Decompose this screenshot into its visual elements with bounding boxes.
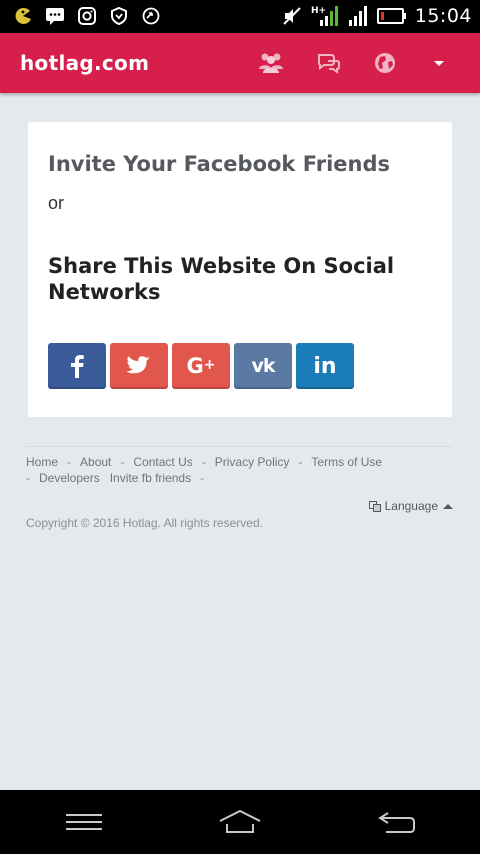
globe-icon <box>375 53 395 73</box>
back-icon <box>378 812 415 833</box>
footer-link-contact[interactable]: Contact Us <box>133 455 192 469</box>
language-globe-button[interactable] <box>370 49 400 77</box>
footer-link-invite-fb[interactable]: Invite fb friends <box>110 471 191 485</box>
menu-icon <box>66 814 102 830</box>
translate-icon <box>368 501 381 512</box>
status-bar-system: H+ 15:04 <box>281 4 472 28</box>
facebook-share-button[interactable] <box>48 343 106 389</box>
share-heading: Share This Website On Social Networks <box>48 254 395 304</box>
status-bar-notifications <box>12 6 162 26</box>
vk-share-button[interactable]: vk <box>234 343 292 389</box>
google-plus-share-button[interactable]: G+ <box>172 343 230 389</box>
footer-separator: - <box>67 455 72 469</box>
caret-down-icon <box>434 61 444 66</box>
google-plus-icon: G+ <box>186 354 216 378</box>
chat-bubbles-icon <box>318 54 340 74</box>
footer-link-developers[interactable]: Developers <box>39 471 100 485</box>
footer-links: Home - About - Contact Us - Privacy Policy - Ter… <box>26 454 454 486</box>
caret-up-icon <box>443 504 453 509</box>
language-label: Language <box>384 499 438 513</box>
signal-hplus-icon: H+ <box>311 6 338 26</box>
vk-icon: vk <box>251 355 275 377</box>
footer-link-terms[interactable]: Terms of Use <box>311 455 382 469</box>
twitter-icon <box>126 356 150 374</box>
linkedin-icon: in <box>313 353 337 379</box>
messages-button[interactable] <box>314 49 344 77</box>
footer-link-home[interactable]: Home <box>26 455 58 469</box>
battery-low-icon <box>376 8 406 24</box>
signal-icon <box>348 6 367 26</box>
friends-button[interactable] <box>256 49 286 77</box>
system-nav-bar <box>0 790 480 854</box>
footer-separator: - <box>298 455 303 469</box>
footer-divider <box>26 446 452 447</box>
mute-icon <box>283 7 301 25</box>
clock: 15:04 <box>414 5 472 27</box>
svg-text:H+: H+ <box>311 6 326 16</box>
twitter-share-button[interactable] <box>110 343 168 389</box>
status-bar: H+ 15:04 <box>0 0 480 33</box>
footer-link-about[interactable]: About <box>80 455 111 469</box>
footer-link-privacy[interactable]: Privacy Policy <box>215 455 290 469</box>
linkedin-share-button[interactable]: in <box>296 343 354 389</box>
more-dropdown-button[interactable] <box>424 49 454 77</box>
copyright-text: Copyright © 2016 Hotlag. All rights rese… <box>26 516 263 530</box>
invite-card: Invite Your Facebook Friends or Share Th… <box>28 122 452 417</box>
footer-separator: - <box>200 471 205 485</box>
home-button[interactable] <box>210 806 270 838</box>
home-icon <box>219 809 261 833</box>
pacman-icon <box>15 7 31 24</box>
sync-icon <box>142 7 160 25</box>
footer-separator: - <box>201 455 206 469</box>
menu-button[interactable] <box>54 806 114 838</box>
top-app-bar: hotlag.com <box>0 33 480 93</box>
footer-separator: - <box>120 455 125 469</box>
chat-icon <box>46 8 64 25</box>
facebook-icon <box>71 355 84 378</box>
shield-icon <box>111 6 127 26</box>
or-label: or <box>48 193 65 213</box>
social-share-buttons: G+ vk in <box>48 343 354 389</box>
back-button[interactable] <box>366 806 426 838</box>
instagram-icon <box>78 7 96 25</box>
language-selector[interactable]: Language <box>368 499 454 513</box>
footer-separator: - <box>26 471 30 485</box>
site-logo[interactable]: hotlag.com <box>20 51 149 75</box>
invite-facebook-link[interactable]: Invite Your Facebook Friends <box>48 152 390 176</box>
users-icon <box>259 53 283 73</box>
